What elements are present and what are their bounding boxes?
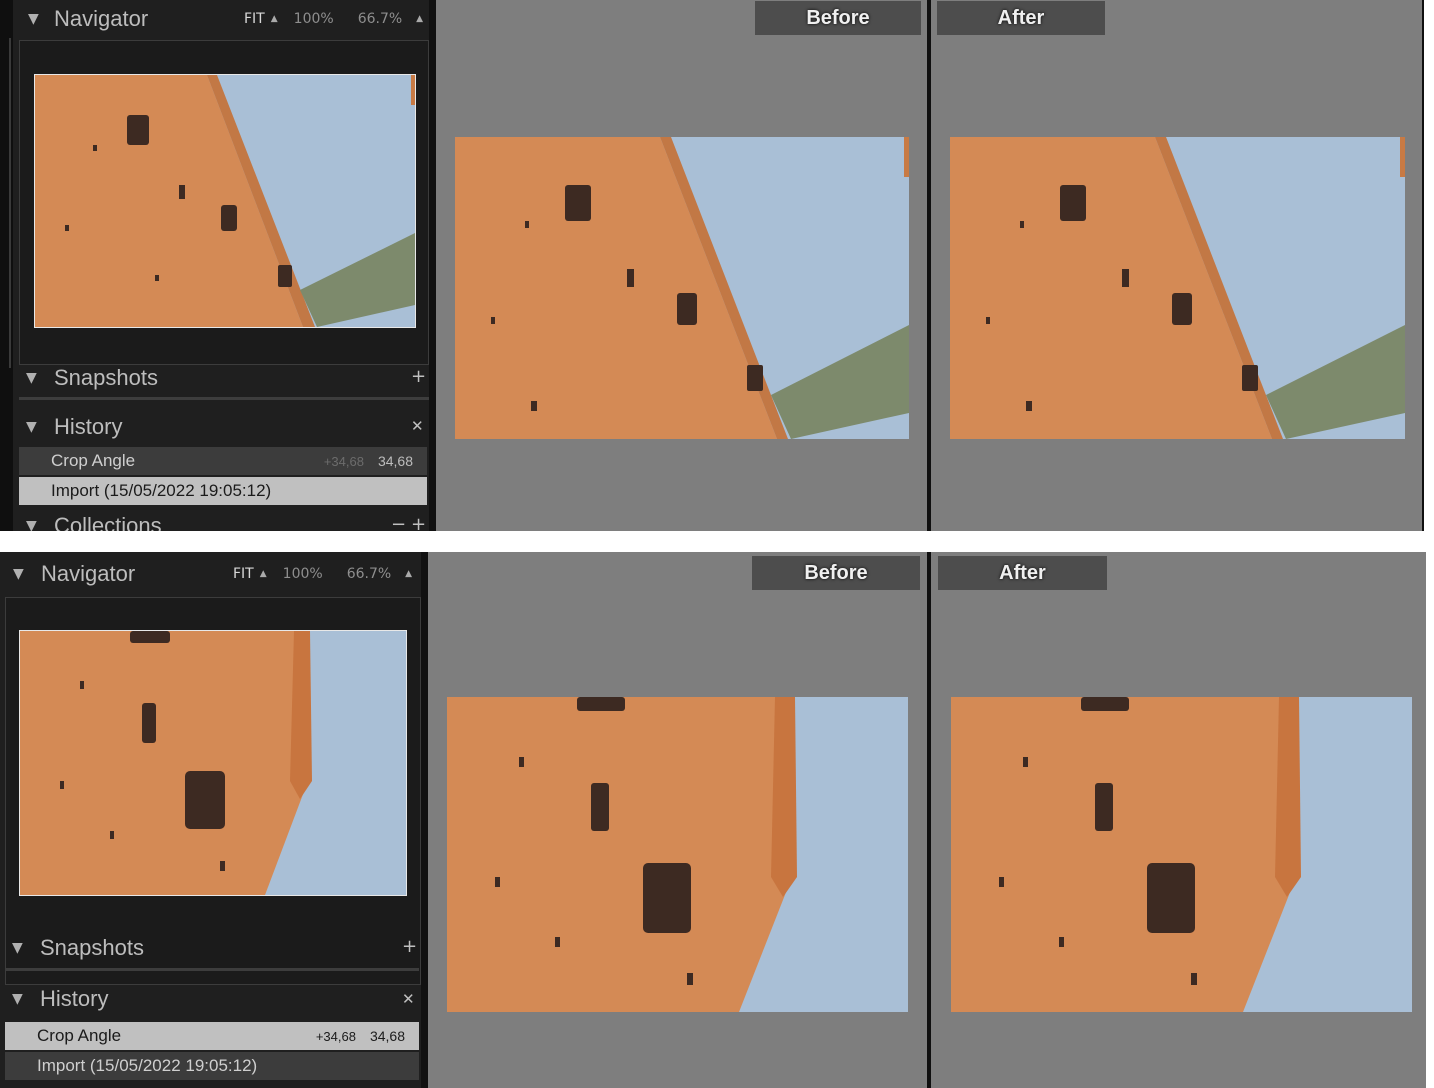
history-title: History xyxy=(40,986,109,1011)
after-view[interactable]: After xyxy=(931,0,1422,531)
collapse-triangle-icon[interactable]: ▼ xyxy=(26,419,44,435)
after-photo[interactable] xyxy=(951,697,1412,1012)
history-header[interactable]: ▼ History xyxy=(12,985,108,1013)
snapshots-header[interactable]: ▼ Snapshots xyxy=(26,364,158,392)
history-item-before-value: +34,68 xyxy=(315,1028,356,1044)
navigator-header[interactable]: ▼ Navigator xyxy=(13,561,135,587)
history-item-label: Import (15/05/2022 19:05:12) xyxy=(51,481,272,500)
collapse-triangle-icon[interactable]: ▼ xyxy=(28,11,46,27)
add-snapshot-icon[interactable]: + xyxy=(402,938,417,956)
snapshots-header[interactable]: ▼ Snapshots xyxy=(12,934,144,962)
clear-history-icon[interactable]: ✕ xyxy=(411,417,424,435)
before-photo-image xyxy=(447,697,908,1012)
after-label: After xyxy=(938,556,1107,590)
history-item-after-value: 34,68 xyxy=(377,453,413,469)
navigator-thumbnail[interactable] xyxy=(34,74,416,328)
history-title: History xyxy=(54,414,123,439)
collapse-triangle-icon[interactable]: ▼ xyxy=(26,370,44,386)
collapse-triangle-icon[interactable]: ▼ xyxy=(12,940,30,956)
navigator-photo-image xyxy=(35,75,415,327)
navigator-preview-box[interactable] xyxy=(5,597,421,985)
navigator-zoom-controls: FIT ▲ 100% 66.7% ▲ xyxy=(244,11,423,27)
history-item-label: Crop Angle xyxy=(51,451,136,470)
history-item-before-value: +34,68 xyxy=(323,453,364,469)
zoom-custom-stepper-icon[interactable]: ▲ xyxy=(416,14,423,24)
history-item-selected[interactable]: Crop Angle +34,68 34,68 xyxy=(5,1022,419,1050)
zoom-fit-stepper-icon[interactable]: ▲ xyxy=(271,14,278,24)
left-panel: ▼ Navigator FIT ▲ 100% 66.7% ▲ ▼ Snapsho… xyxy=(0,552,428,1088)
after-label: After xyxy=(937,1,1105,35)
collapse-triangle-icon[interactable]: ▼ xyxy=(13,566,31,582)
navigator-title: Navigator xyxy=(54,6,149,31)
after-view[interactable]: After xyxy=(931,552,1426,1088)
before-view[interactable]: Before xyxy=(436,0,927,531)
history-item-selected[interactable]: Import (15/05/2022 19:05:12) xyxy=(19,477,427,505)
remove-collection-icon[interactable]: − xyxy=(391,516,406,532)
view-divider xyxy=(1422,0,1424,531)
zoom-custom-option[interactable]: 66.7% xyxy=(358,11,402,27)
panel-edge xyxy=(429,0,436,531)
navigator-photo-image xyxy=(20,631,406,895)
panel-divider xyxy=(5,968,419,971)
panel-divider xyxy=(19,397,429,400)
before-photo[interactable] xyxy=(447,697,908,1012)
before-photo-image xyxy=(455,137,909,439)
collapse-triangle-icon[interactable]: ▼ xyxy=(26,518,44,531)
collapse-triangle-icon[interactable]: ▼ xyxy=(12,991,30,1007)
zoom-100-option[interactable]: 100% xyxy=(294,11,334,27)
before-label: Before xyxy=(755,1,921,35)
history-item[interactable]: Import (15/05/2022 19:05:12) xyxy=(5,1052,419,1080)
collections-title: Collections xyxy=(54,513,162,531)
navigator-thumbnail[interactable] xyxy=(19,630,407,896)
collections-header[interactable]: ▼ Collections xyxy=(26,512,162,531)
screenshot-bottom: ▼ Navigator FIT ▲ 100% 66.7% ▲ ▼ Snapsho… xyxy=(0,552,1434,1088)
history-item-after-value: 34,68 xyxy=(369,1028,405,1044)
left-panel: ▼ Navigator FIT ▲ 100% 66.7% ▲ ▼ Snapsho… xyxy=(0,0,436,531)
zoom-fit-stepper-icon[interactable]: ▲ xyxy=(260,569,267,579)
add-collection-icon[interactable]: + xyxy=(411,516,426,532)
zoom-100-option[interactable]: 100% xyxy=(283,566,323,582)
clear-history-icon[interactable]: ✕ xyxy=(402,990,415,1008)
before-photo[interactable] xyxy=(455,137,909,439)
zoom-fit-option[interactable]: FIT xyxy=(233,566,254,582)
snapshots-title: Snapshots xyxy=(40,935,144,960)
history-header[interactable]: ▼ History xyxy=(26,413,122,441)
screenshot-top: ▼ Navigator FIT ▲ 100% 66.7% ▲ ▼ Snapsho… xyxy=(0,0,1434,531)
after-photo[interactable] xyxy=(950,137,1405,439)
after-photo-image xyxy=(950,137,1405,439)
navigator-zoom-controls: FIT ▲ 100% 66.7% ▲ xyxy=(233,566,412,582)
panel-edge xyxy=(0,0,13,531)
panel-edge xyxy=(421,552,428,1088)
after-photo-image xyxy=(951,697,1412,1012)
history-item-label: Crop Angle xyxy=(37,1026,122,1045)
history-item[interactable]: Crop Angle +34,68 34,68 xyxy=(19,447,427,475)
zoom-fit-option[interactable]: FIT xyxy=(244,11,265,27)
snapshots-title: Snapshots xyxy=(54,365,158,390)
before-label: Before xyxy=(752,556,920,590)
navigator-title: Navigator xyxy=(41,561,136,586)
navigator-preview-box[interactable] xyxy=(19,40,429,365)
history-item-label: Import (15/05/2022 19:05:12) xyxy=(37,1056,258,1075)
navigator-header[interactable]: ▼ Navigator xyxy=(28,6,148,32)
add-snapshot-icon[interactable]: + xyxy=(411,368,426,386)
before-view[interactable]: Before xyxy=(428,552,927,1088)
zoom-custom-stepper-icon[interactable]: ▲ xyxy=(405,569,412,579)
zoom-custom-option[interactable]: 66.7% xyxy=(347,566,391,582)
